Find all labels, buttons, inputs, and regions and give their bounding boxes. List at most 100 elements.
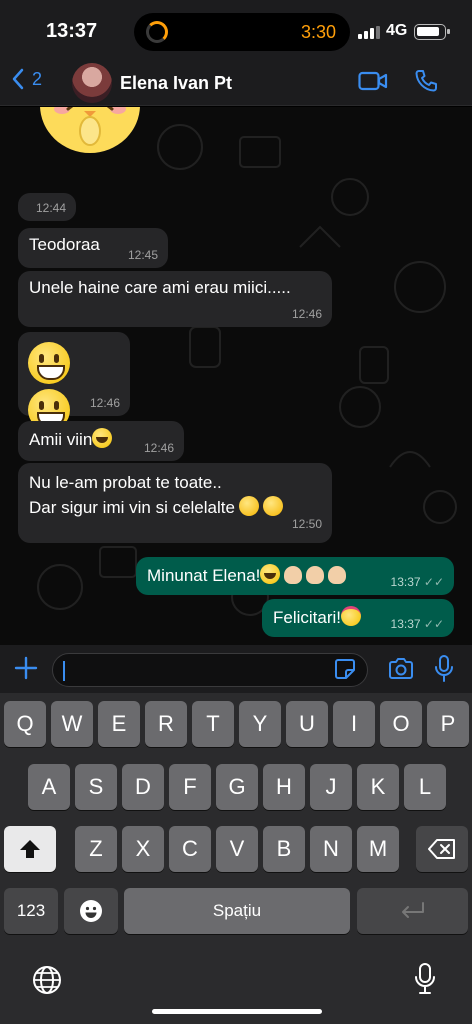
key-d[interactable]: D [122,764,164,810]
key-x[interactable]: X [122,826,164,872]
message-text-line: Dar sigur imi vin si celelalte [29,498,235,517]
shushing-face-emoji [238,496,259,516]
shushing-face-emoji [262,496,283,516]
camera-icon[interactable] [388,658,414,680]
key-c[interactable]: C [169,826,211,872]
key-y[interactable]: Y [239,701,281,747]
chick-sticker[interactable] [40,107,140,155]
video-camera-icon[interactable] [358,70,388,92]
grinning-face-emoji [28,342,70,384]
message-input[interactable] [52,653,368,687]
message-bubble-incoming[interactable]: Teodoraa 12:45 [18,228,168,268]
delete-key[interactable] [416,826,468,872]
key-p[interactable]: P [427,701,469,747]
key-j[interactable]: J [310,764,352,810]
signal-icon [358,26,380,39]
message-time: 12:45 [127,248,158,262]
status-bar: 13:37 3:30 4G [0,0,472,60]
key-s[interactable]: S [75,764,117,810]
message-text: Teodoraa [29,235,100,254]
key-w[interactable]: W [51,701,93,747]
message-bubble-incoming[interactable]: 12:46 [18,332,130,431]
message-time: 12:46 [291,307,322,321]
key-t[interactable]: T [192,701,234,747]
key-f[interactable]: F [169,764,211,810]
timer-text: 3:30 [300,22,336,42]
chat-header: 2 Elena Ivan Pt [0,60,472,106]
sticker-icon[interactable] [334,658,356,680]
keyboard: Q W E R T Y U I O P A S D F G H J K L Z … [0,693,472,1024]
key-z[interactable]: Z [75,826,117,872]
plus-icon[interactable] [14,656,38,680]
key-q[interactable]: Q [4,701,46,747]
network-type: 4G [386,22,408,39]
message-time: 13:37 [390,575,421,589]
message-bubble-incoming[interactable]: 12:44 [18,193,76,221]
grinning-face-emoji [260,564,281,584]
text-caret [63,661,65,681]
key-e[interactable]: E [98,701,140,747]
return-icon [401,902,424,918]
emoji-key[interactable] [64,888,118,934]
chat-area[interactable]: 12:44 Teodoraa 12:45 Unele haine care am… [0,107,472,645]
message-text: Minunat Elena! [147,566,261,585]
avatar[interactable] [72,63,112,103]
double-check-icon: ✓✓ [423,617,444,631]
message-meta: 13:37 ✓✓ [391,617,444,631]
space-key[interactable]: Spațiu [124,888,350,934]
message-time: 12:46 [89,396,120,410]
message-text: Unele haine care ami erau miici..... [29,278,291,297]
shift-arrow-icon [20,840,40,858]
key-a[interactable]: A [28,764,70,810]
key-v[interactable]: V [216,826,258,872]
key-k[interactable]: K [357,764,399,810]
message-text-line: Nu le-am probat te toate.. [29,473,222,492]
message-bubble-incoming[interactable]: Unele haine care ami erau miici..... 12:… [18,271,332,327]
phone-icon[interactable] [414,69,438,93]
grinning-face-emoji [92,428,113,448]
message-time: 12:50 [291,517,322,531]
key-b[interactable]: B [263,826,305,872]
key-g[interactable]: G [216,764,258,810]
message-composer [0,645,472,693]
chevron-left-icon [12,68,24,90]
key-r[interactable]: R [145,701,187,747]
key-n[interactable]: N [310,826,352,872]
message-time: 12:44 [35,201,66,215]
home-indicator[interactable] [152,1009,322,1014]
message-bubble-outgoing[interactable]: Felicitari! 13:37 ✓✓ [262,599,454,637]
dynamic-island[interactable]: 3:30 [134,13,350,51]
emoji-icon [80,900,102,922]
microphone-icon[interactable] [434,655,454,683]
message-text: Felicitari! [273,608,342,627]
contact-name[interactable]: Elena Ivan Pt [120,73,232,94]
return-key[interactable] [357,888,468,934]
dictation-microphone-icon[interactable] [414,963,436,995]
key-u[interactable]: U [286,701,328,747]
backspace-icon [428,839,455,859]
timer-ring-icon [146,21,168,43]
clapping-hands-emoji [328,566,347,584]
shift-key[interactable] [4,826,56,872]
message-bubble-incoming[interactable]: Nu le-am probat te toate.. Dar sigur imi… [18,463,332,543]
double-check-icon: ✓✓ [423,575,444,589]
message-time: 13:37 [390,617,421,631]
back-button[interactable]: 2 [12,68,42,90]
key-i[interactable]: I [333,701,375,747]
message-bubble-outgoing[interactable]: Minunat Elena! 13:37 ✓✓ [136,557,454,595]
message-bubble-incoming[interactable]: Amii viin 12:46 [18,421,184,461]
status-time: 13:37 [46,20,98,42]
back-count: 2 [32,68,43,89]
message-time: 12:46 [143,441,174,455]
message-text: Amii viin [29,430,93,449]
battery-icon [414,24,450,40]
partying-face-emoji [341,606,362,626]
key-m[interactable]: M [357,826,399,872]
key-h[interactable]: H [263,764,305,810]
numbers-key[interactable]: 123 [4,888,58,934]
globe-icon[interactable] [32,965,62,995]
key-l[interactable]: L [404,764,446,810]
clapping-hands-emoji [284,566,303,584]
clapping-hands-emoji [306,566,325,584]
key-o[interactable]: O [380,701,422,747]
